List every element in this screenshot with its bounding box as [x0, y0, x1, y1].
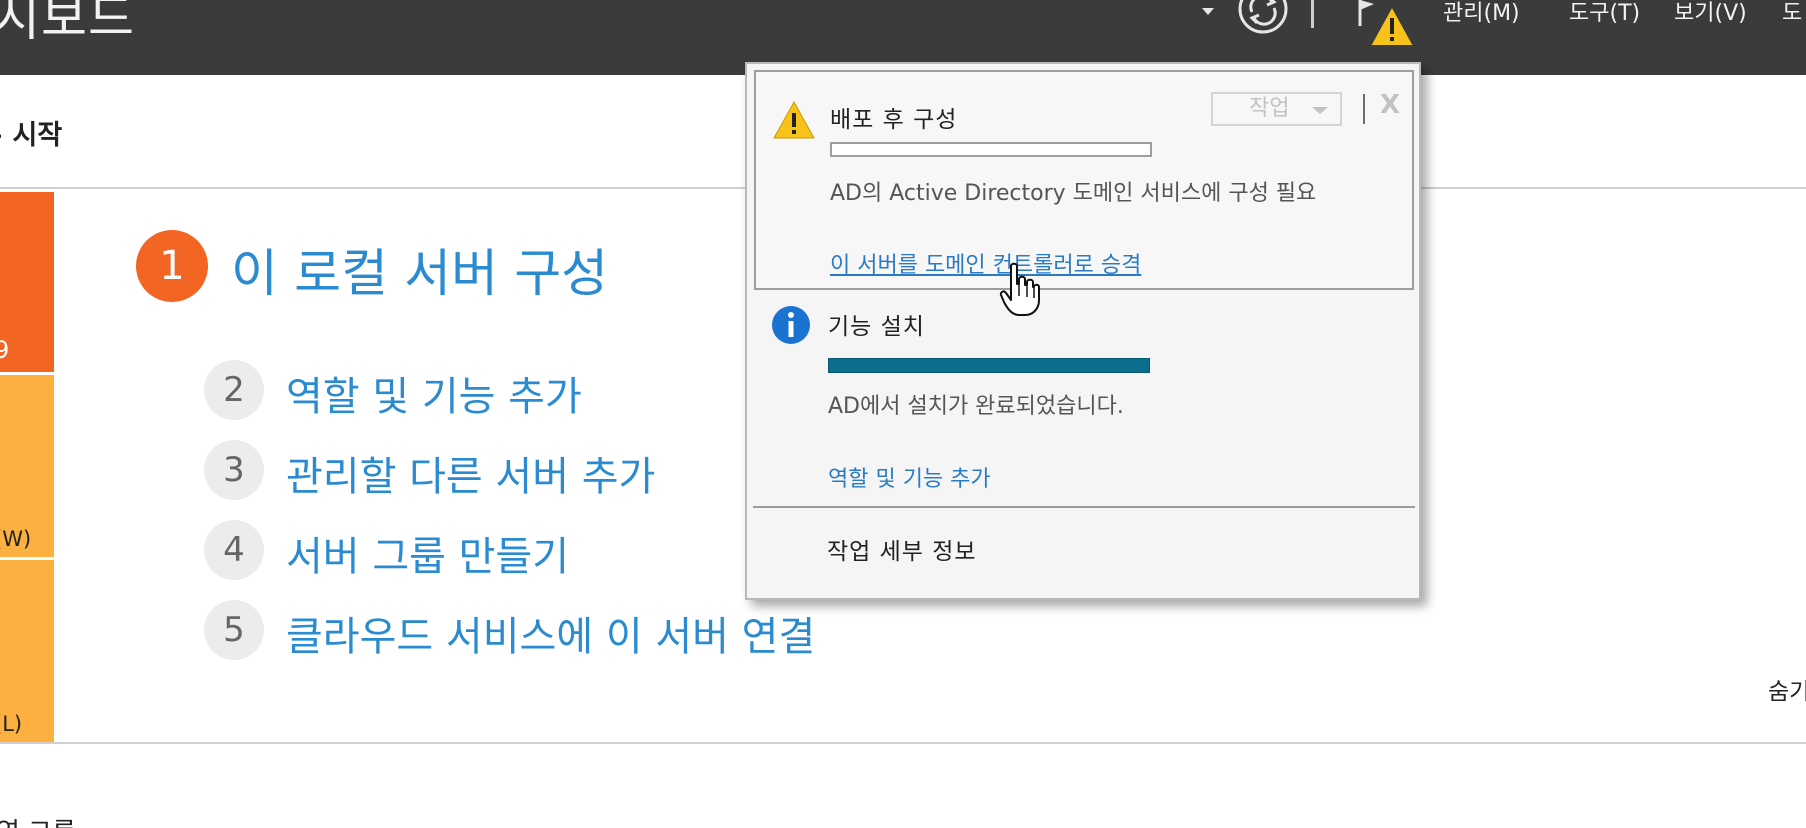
- add-roles-features-link[interactable]: 역할 및 기능 추가: [828, 461, 991, 493]
- breadcrumb-label: 시작: [12, 120, 63, 151]
- hide-button[interactable]: 숨기기: [1768, 672, 1806, 706]
- popup-divider: [753, 506, 1415, 508]
- menu-manage[interactable]: 관리(M): [1443, 0, 1520, 30]
- step-number-badge: 5: [204, 600, 264, 660]
- task-dropdown[interactable]: 작업: [1211, 92, 1342, 126]
- close-icon[interactable]: X: [1380, 90, 1400, 120]
- notification-description: AD의 Active Directory 도메인 서비스에 구성 필요: [830, 181, 1317, 206]
- step-link[interactable]: 역할 및 기능 추가: [286, 364, 582, 422]
- menu-help[interactable]: 도: [1782, 0, 1802, 30]
- step-link[interactable]: 클라우드 서비스에 이 서버 연결: [286, 604, 815, 662]
- hand-cursor-icon: [999, 262, 1040, 316]
- tile-whats-new[interactable]: (W): [0, 375, 54, 557]
- progress-bar: [830, 142, 1152, 157]
- notifications-popup: 배포 후 구성 작업 X AD의 Active Directory 도메인 서비…: [745, 62, 1421, 600]
- tile-label: (L): [0, 712, 23, 736]
- tile-quick-start[interactable]: 9: [0, 192, 54, 372]
- task-dropdown-label: 작업: [1249, 96, 1290, 121]
- step-number-badge: 3: [204, 440, 264, 500]
- notification-title: 배포 후 구성: [830, 107, 958, 133]
- toolbar-separator: [1363, 94, 1365, 124]
- info-icon: [772, 306, 810, 344]
- notification-title: 기능 설치: [828, 314, 925, 340]
- menu-view[interactable]: 보기(V): [1674, 0, 1747, 30]
- tile-label: (W): [0, 527, 32, 551]
- breadcrumb-arrow: ›: [0, 120, 13, 151]
- chevron-down-icon: [1312, 107, 1328, 114]
- app-title: 시보드: [0, 0, 135, 47]
- notification-description: AD에서 설치가 완료되었습니다.: [828, 394, 1124, 419]
- roles-groups-heading: 역 그룹: [0, 812, 76, 828]
- toolbar-separator: [1311, 0, 1314, 28]
- progress-bar: [828, 358, 1150, 373]
- menu-tools[interactable]: 도구(T): [1569, 0, 1640, 30]
- step-number-badge: 2: [204, 360, 264, 420]
- step-link[interactable]: 서버 그룹 만들기: [286, 524, 569, 582]
- warning-icon: [773, 100, 815, 139]
- section-divider: [0, 742, 1806, 744]
- promote-domain-controller-link[interactable]: 이 서버를 도메인 컨트롤러로 승격: [830, 247, 1141, 279]
- refresh-icon[interactable]: [1236, 0, 1290, 36]
- breadcrumb: › 시작: [0, 113, 62, 152]
- tile-learn-more[interactable]: (L): [0, 560, 54, 742]
- notification-post-deploy: 배포 후 구성 작업 X AD의 Active Directory 도메인 서비…: [754, 70, 1414, 290]
- flag-warning-icon[interactable]: [1350, 0, 1420, 54]
- step-link[interactable]: 이 로컬 서버 구성: [231, 232, 608, 306]
- step-link[interactable]: 관리할 다른 서버 추가: [286, 444, 655, 502]
- chevron-down-icon[interactable]: [1202, 8, 1214, 15]
- task-details-link[interactable]: 작업 세부 정보: [827, 532, 977, 566]
- step-number-badge: 1: [136, 230, 208, 302]
- step-number-badge: 4: [204, 520, 264, 580]
- tile-label: 9: [0, 336, 10, 364]
